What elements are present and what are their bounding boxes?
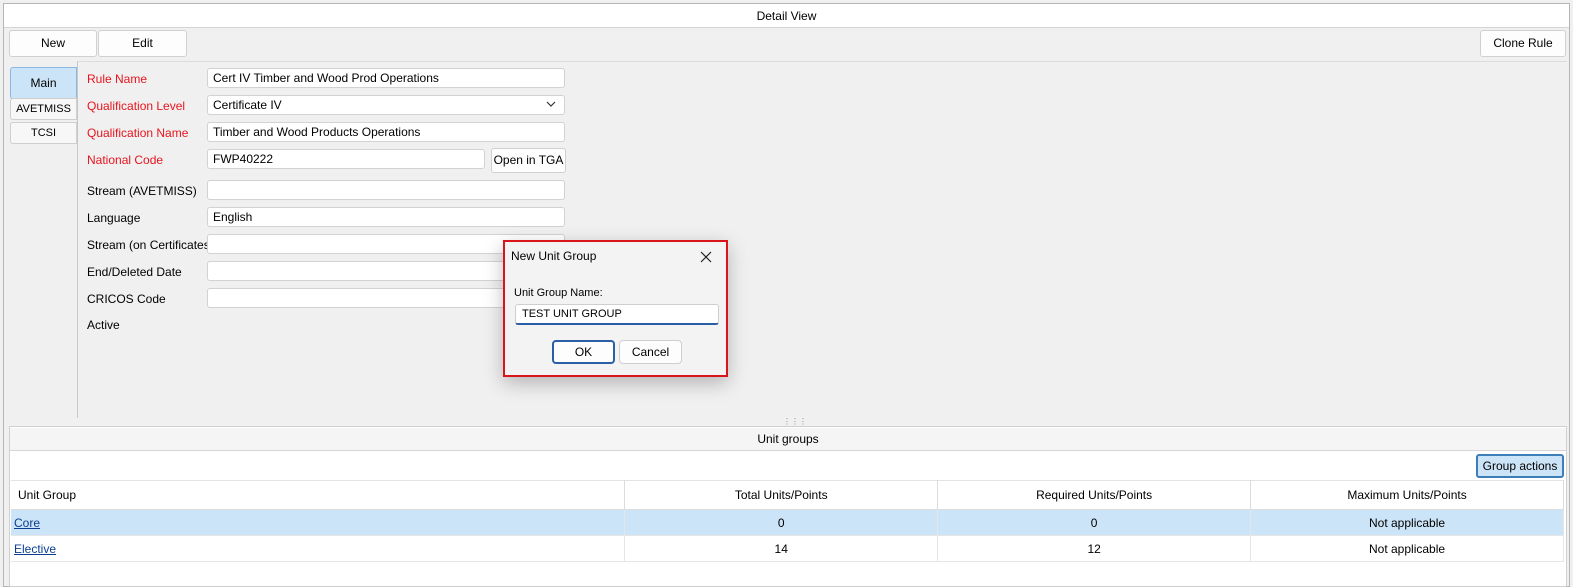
cancel-button[interactable]: Cancel [619,340,682,364]
column-header-required[interactable]: Required Units/Points [937,480,1252,510]
unit-group-cell: Elective [11,535,626,562]
national-code-field[interactable]: FWP40222 [207,149,485,169]
rule-name-label: Rule Name [87,72,148,86]
column-header-total[interactable]: Total Units/Points [624,480,939,510]
stream-avetmiss-field[interactable] [207,180,565,200]
language-field[interactable]: English [207,207,565,227]
tab-main[interactable]: Main [10,67,77,99]
language-label: Language [87,211,141,225]
national-code-label: National Code [87,153,164,167]
total-cell: 0 [624,509,939,536]
required-cell: 12 [937,535,1252,562]
chevron-down-icon [546,101,556,107]
open-in-tga-button[interactable]: Open in TGA [491,148,566,173]
maximum-cell: Not applicable [1250,535,1564,562]
cricos-code-label: CRICOS Code [87,292,166,306]
required-cell: 0 [937,509,1252,536]
column-header-maximum[interactable]: Maximum Units/Points [1250,480,1564,510]
qualification-level-label: Qualification Level [87,99,186,113]
unit-group-link-elective[interactable]: Elective [14,542,56,556]
ok-button[interactable]: OK [552,340,615,364]
dialog-title: New Unit Group [511,249,597,263]
stream-certificates-label: Stream (on Certificates) [87,238,214,252]
tab-tcsi[interactable]: TCSI [10,122,77,144]
stream-avetmiss-label: Stream (AVETMISS) [87,184,197,198]
unit-group-link-core[interactable]: Core [14,516,40,530]
end-deleted-date-label: End/Deleted Date [87,265,182,279]
active-label: Active [87,318,120,332]
new-unit-group-dialog: New Unit Group Unit Group Name: TEST UNI… [503,240,728,377]
qualification-name-label: Qualification Name [87,126,189,140]
edit-button[interactable]: Edit [98,30,187,57]
qualification-level-select[interactable]: Certificate IV [207,95,565,115]
qualification-level-value: Certificate IV [213,98,282,112]
table-row[interactable]: Core 0 0 Not applicable [11,509,1564,536]
rule-name-field[interactable]: Cert IV Timber and Wood Prod Operations [207,68,565,88]
unit-groups-header: Unit groups [10,428,1566,451]
tab-avetmiss[interactable]: AVETMISS [10,98,77,120]
total-cell: 14 [624,535,939,562]
new-button[interactable]: New [9,30,97,57]
qualification-name-field[interactable]: Timber and Wood Products Operations [207,122,565,142]
unit-groups-table: Unit Group Total Units/Points Required U… [11,480,1564,562]
maximum-cell: Not applicable [1250,509,1564,536]
splitter-grip-icon[interactable]: ⋮⋮⋮ [783,418,807,426]
table-row[interactable]: Elective 14 12 Not applicable [11,535,1564,562]
group-actions-button[interactable]: Group actions [1476,454,1564,478]
unit-group-name-label: Unit Group Name: [514,287,603,299]
window-title: Detail View [4,4,1569,28]
column-header-unit-group[interactable]: Unit Group [11,480,626,510]
close-icon[interactable] [700,251,712,263]
table-header-row: Unit Group Total Units/Points Required U… [11,480,1564,510]
unit-group-cell: Core [11,509,626,536]
unit-group-name-input[interactable]: TEST UNIT GROUP [515,304,719,325]
clone-rule-button[interactable]: Clone Rule [1480,30,1566,57]
